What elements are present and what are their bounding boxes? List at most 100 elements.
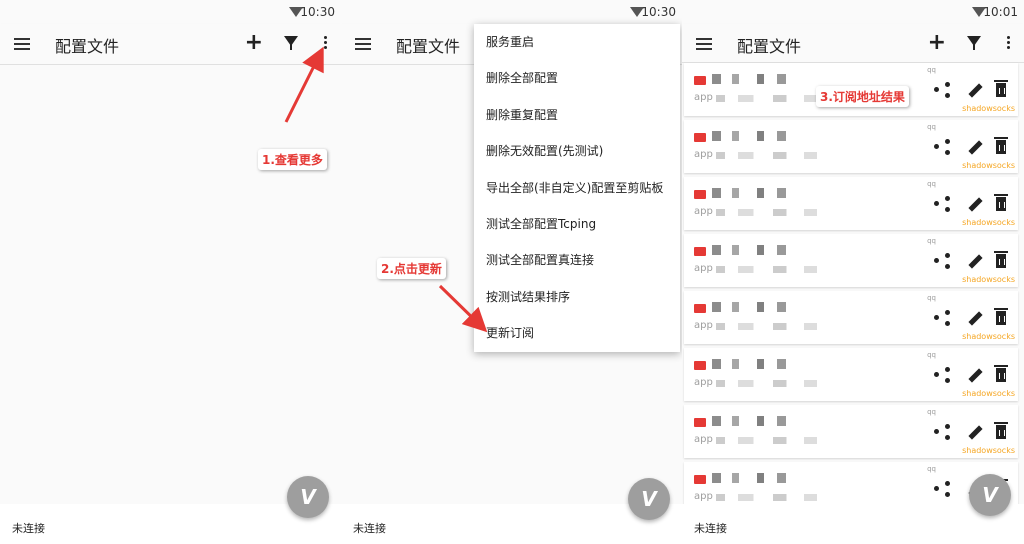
screen-1: 10:30 配置文件 + 未连接 V 1.查看更多: [0, 0, 341, 544]
page-title: 配置文件: [737, 37, 802, 56]
protocol-label: shadowsocks: [962, 161, 1015, 170]
share-icon[interactable]: [934, 82, 950, 98]
hamburger-menu-icon[interactable]: [14, 38, 30, 50]
page-title: 配置文件: [55, 37, 120, 56]
server-address-redacted: [716, 209, 826, 216]
hamburger-menu-icon[interactable]: [355, 38, 371, 50]
status-bar: 10:30: [341, 0, 682, 24]
server-name-redacted: [712, 473, 802, 483]
server-name-redacted: [712, 359, 802, 369]
server-address-prefix: app: [694, 434, 713, 445]
trash-icon[interactable]: [994, 80, 1008, 97]
share-icon[interactable]: [934, 139, 950, 155]
flag-icon: [694, 304, 706, 313]
flag-icon: [694, 133, 706, 142]
connect-fab-button[interactable]: V: [628, 478, 670, 520]
share-icon[interactable]: [934, 253, 950, 269]
menu-item-delete-all[interactable]: 删除全部配置: [474, 60, 680, 96]
trash-icon[interactable]: [994, 422, 1008, 439]
app-bar: 配置文件 +: [0, 24, 341, 65]
server-tag: qq: [927, 351, 936, 359]
status-time: 10:01: [983, 5, 1018, 19]
trash-icon[interactable]: [994, 251, 1008, 268]
server-card[interactable]: app qq shadowsocks: [684, 405, 1018, 458]
flag-icon: [694, 190, 706, 199]
fab-v-icon: V: [300, 485, 316, 509]
server-address-prefix: app: [694, 92, 713, 103]
overflow-menu: 服务重启 删除全部配置 删除重复配置 删除无效配置(先测试) 导出全部(非自定义…: [474, 24, 680, 352]
add-icon[interactable]: +: [928, 32, 946, 54]
trash-icon[interactable]: [994, 137, 1008, 154]
server-list: app qq shadowsocks app qq shadowsocks ap…: [682, 63, 1024, 515]
server-card[interactable]: app qq shadowsocks: [684, 177, 1018, 230]
add-icon[interactable]: +: [245, 32, 263, 54]
server-card[interactable]: app qq shadowsocks: [684, 291, 1018, 344]
share-icon[interactable]: [934, 196, 950, 212]
trash-icon[interactable]: [994, 365, 1008, 382]
connect-fab-button[interactable]: V: [969, 474, 1011, 516]
hamburger-menu-icon[interactable]: [696, 38, 712, 50]
server-card[interactable]: app qq shadowsocks: [684, 348, 1018, 401]
fab-v-icon: V: [641, 487, 657, 511]
menu-item-delete-duplicates[interactable]: 删除重复配置: [474, 97, 680, 133]
menu-item-update-subscription[interactable]: 更新订阅: [474, 315, 680, 351]
server-name-redacted: [712, 131, 802, 141]
server-card[interactable]: app qq shadowsocks: [684, 234, 1018, 287]
server-card[interactable]: app qq shadowsocks: [684, 120, 1018, 173]
server-tag: qq: [927, 465, 936, 473]
config-list-empty: [0, 65, 341, 504]
pencil-icon[interactable]: [968, 368, 983, 383]
menu-item-export-clipboard[interactable]: 导出全部(非自定义)配置至剪贴板: [474, 170, 680, 206]
server-tag: qq: [927, 180, 936, 188]
annotation-step-3: 3.订阅地址结果: [816, 86, 909, 107]
status-time: 10:30: [641, 5, 676, 19]
trash-icon[interactable]: [994, 194, 1008, 211]
more-vertical-icon[interactable]: [1007, 36, 1010, 51]
server-address-prefix: app: [694, 263, 713, 274]
protocol-label: shadowsocks: [962, 446, 1015, 455]
server-name-redacted: [712, 245, 802, 255]
connection-status: 未连接: [353, 522, 386, 535]
protocol-label: shadowsocks: [962, 332, 1015, 341]
more-vertical-icon[interactable]: [324, 36, 327, 51]
share-icon[interactable]: [934, 367, 950, 383]
page-title: 配置文件: [396, 37, 461, 56]
menu-item-test-real-connection[interactable]: 测试全部配置真连接: [474, 242, 680, 278]
server-address-prefix: app: [694, 206, 713, 217]
menu-item-delete-invalid[interactable]: 删除无效配置(先测试): [474, 133, 680, 169]
server-address-redacted: [716, 95, 826, 102]
pencil-icon[interactable]: [968, 254, 983, 269]
menu-item-restart-service[interactable]: 服务重启: [474, 24, 680, 60]
share-icon[interactable]: [934, 424, 950, 440]
status-bar: 10:01: [682, 0, 1024, 24]
connection-status-bar: 未连接: [0, 504, 341, 544]
protocol-label: shadowsocks: [962, 218, 1015, 227]
pencil-icon[interactable]: [968, 83, 983, 98]
server-tag: qq: [927, 294, 936, 302]
server-address-redacted: [716, 437, 826, 444]
connect-fab-button[interactable]: V: [287, 476, 329, 518]
pencil-icon[interactable]: [968, 140, 983, 155]
connection-status: 未连接: [12, 522, 45, 535]
server-tag: qq: [927, 237, 936, 245]
annotation-step-2: 2.点击更新: [377, 258, 446, 279]
pencil-icon[interactable]: [968, 311, 983, 326]
flag-icon: [694, 475, 706, 484]
share-icon[interactable]: [934, 310, 950, 326]
screen-2: 10:30 配置文件 未连接 V 服务重启 删除全部配置 删除重复配置 删除无效…: [341, 0, 682, 544]
status-time: 10:30: [300, 5, 335, 19]
fab-v-icon: V: [982, 483, 998, 507]
pencil-icon[interactable]: [968, 425, 983, 440]
protocol-label: shadowsocks: [962, 104, 1015, 113]
share-icon[interactable]: [934, 481, 950, 497]
server-address-prefix: app: [694, 491, 713, 502]
filter-icon[interactable]: [284, 36, 298, 50]
menu-item-sort-by-result[interactable]: 按测试结果排序: [474, 279, 680, 315]
connection-status: 未连接: [694, 522, 727, 535]
pencil-icon[interactable]: [968, 197, 983, 212]
protocol-label: shadowsocks: [962, 275, 1015, 284]
trash-icon[interactable]: [994, 308, 1008, 325]
menu-item-test-tcping[interactable]: 测试全部配置Tcping: [474, 206, 680, 242]
filter-icon[interactable]: [967, 36, 981, 50]
server-tag: qq: [927, 123, 936, 131]
